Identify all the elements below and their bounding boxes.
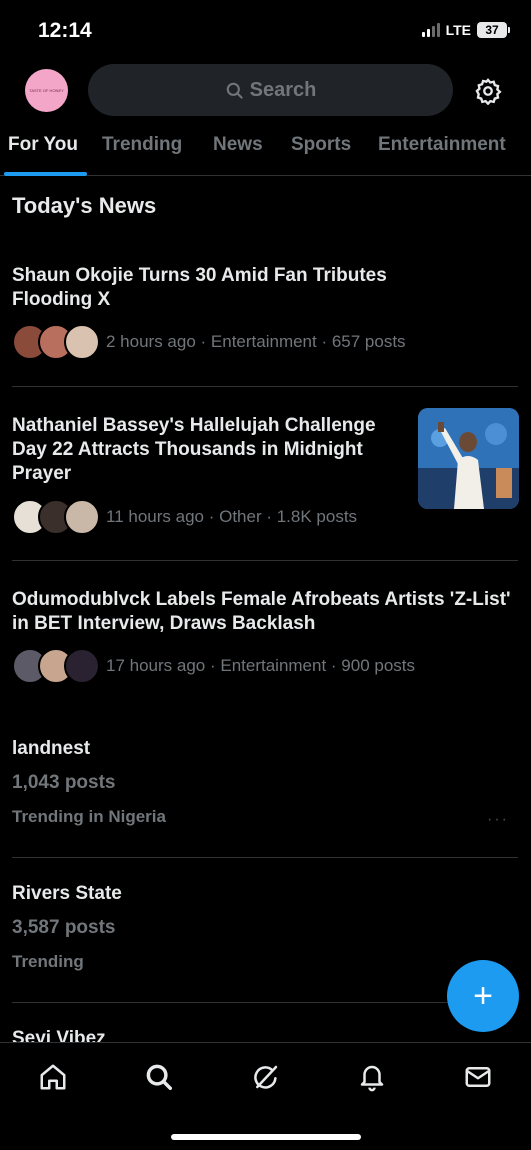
news-title: Shaun Okojie Turns 30 Amid Fan Tributes …	[12, 265, 387, 310]
divider	[12, 857, 518, 858]
divider	[12, 1002, 518, 1003]
tab-bar: For You Trending News Sports Entertainme…	[0, 128, 531, 176]
avatar-text: TASTE OF HONEY	[29, 88, 64, 93]
trend-name: landnest	[12, 738, 91, 759]
news-thumbnail[interactable]	[418, 408, 519, 509]
trend-item[interactable]: Rivers State 3,587 posts Trending	[12, 883, 122, 972]
avatar	[64, 499, 100, 535]
news-title: Odumodublvck Labels Female Afrobeats Art…	[12, 589, 511, 634]
trend-post-count: 1,043 posts	[12, 772, 116, 793]
network-type: LTE	[445, 22, 471, 38]
status-bar: 12:14 LTE 37	[0, 0, 531, 62]
bell-icon	[360, 1065, 384, 1092]
tab-trending[interactable]: Trending	[102, 134, 182, 156]
nav-home[interactable]	[33, 1057, 73, 1097]
avatar-stack	[12, 648, 100, 684]
status-indicators: LTE 37	[421, 22, 510, 38]
divider	[12, 386, 518, 387]
nav-notifications[interactable]	[352, 1057, 392, 1097]
news-meta-text: 11 hours ago · Other · 1.8K posts	[106, 507, 358, 526]
news-thumbnail-image	[418, 408, 519, 509]
news-meta: 11 hours ago · Other · 1.8K posts	[12, 499, 357, 535]
tab-news[interactable]: News	[213, 134, 263, 156]
trend-context: Trending	[12, 952, 84, 971]
home-indicator	[171, 1134, 361, 1140]
news-meta: 2 hours ago · Entertainment · 657 posts	[12, 324, 406, 360]
signal-icon	[421, 23, 440, 37]
avatar	[64, 648, 100, 684]
gear-icon	[475, 78, 502, 105]
divider	[12, 560, 518, 561]
search-placeholder: Search	[249, 78, 317, 101]
top-header: TASTE OF HONEY Search	[0, 62, 531, 118]
battery-icon: 37	[477, 22, 510, 38]
trend-name: Rivers State	[12, 883, 122, 904]
news-meta-text: 2 hours ago · Entertainment · 657 posts	[106, 332, 406, 351]
avatar[interactable]: TASTE OF HONEY	[25, 69, 68, 112]
tab-sports[interactable]: Sports	[291, 134, 351, 156]
plus-icon: +	[473, 977, 493, 1015]
avatar-stack	[12, 499, 100, 535]
more-options-icon[interactable]: ···	[487, 811, 509, 829]
search-icon	[146, 1064, 172, 1090]
compose-button[interactable]: +	[447, 960, 519, 1032]
mail-icon	[465, 1067, 491, 1087]
nav-messages[interactable]	[458, 1057, 498, 1097]
settings-button[interactable]	[471, 74, 505, 108]
tab-for-you[interactable]: For You	[8, 134, 78, 156]
status-time: 12:14	[38, 19, 92, 42]
nav-explore[interactable]	[139, 1057, 179, 1097]
search-input[interactable]: Search	[88, 64, 453, 116]
nav-grok[interactable]	[246, 1057, 286, 1097]
tab-entertainment[interactable]: Entertainment	[378, 134, 506, 156]
trend-context: Trending in Nigeria	[12, 807, 166, 826]
news-meta: 17 hours ago · Entertainment · 900 posts	[12, 648, 415, 684]
section-title: Today's News	[12, 193, 157, 218]
trend-item[interactable]: landnest 1,043 posts Trending in Nigeria	[12, 738, 166, 827]
active-tab-indicator	[4, 172, 87, 176]
trend-post-count: 3,587 posts	[12, 917, 116, 938]
search-icon	[226, 82, 243, 99]
grok-icon	[254, 1065, 278, 1089]
home-icon	[40, 1064, 66, 1090]
news-meta-text: 17 hours ago · Entertainment · 900 posts	[106, 656, 416, 675]
avatar-stack	[12, 324, 100, 360]
avatar	[64, 324, 100, 360]
news-title: Nathaniel Bassey's Hallelujah Challenge …	[12, 415, 376, 484]
